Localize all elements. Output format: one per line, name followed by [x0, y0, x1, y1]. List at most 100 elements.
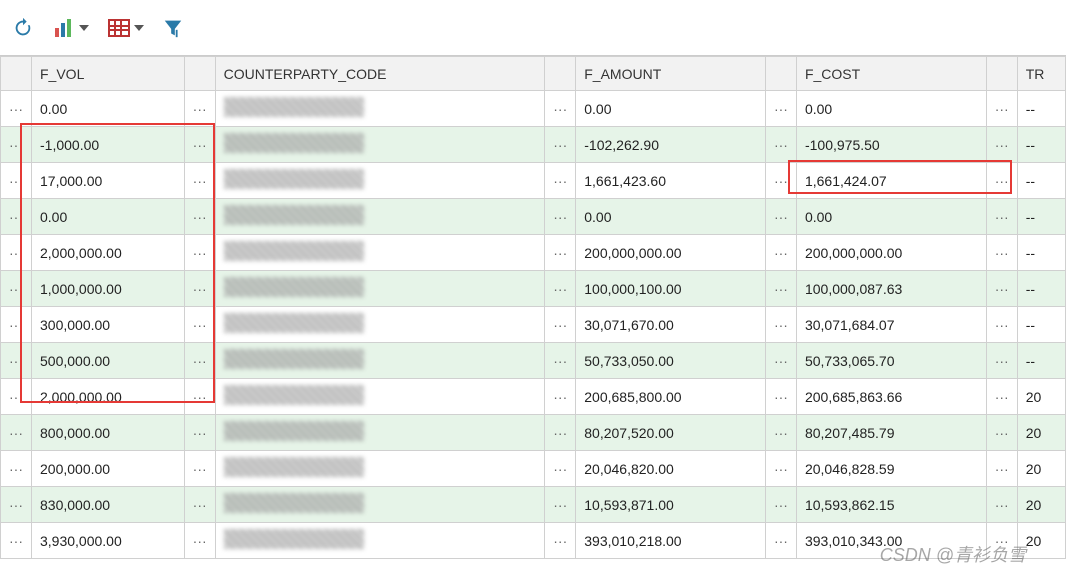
row-ellipsis-button[interactable]: ··· [184, 235, 215, 271]
row-ellipsis-button[interactable]: ··· [1, 271, 32, 307]
header-fvol[interactable]: F_VOL [32, 57, 185, 91]
row-ellipsis-button[interactable]: ··· [184, 379, 215, 415]
cell-famount[interactable]: 30,071,670.00 [576, 307, 766, 343]
cell-fvol[interactable]: -1,000.00 [32, 127, 185, 163]
row-ellipsis-button[interactable]: ··· [986, 343, 1017, 379]
row-ellipsis-button[interactable]: ··· [545, 199, 576, 235]
row-ellipsis-button[interactable]: ··· [184, 451, 215, 487]
row-ellipsis-button[interactable]: ··· [765, 379, 796, 415]
row-ellipsis-button[interactable]: ··· [1, 415, 32, 451]
row-ellipsis-button[interactable]: ··· [184, 91, 215, 127]
table-row[interactable]: ···17,000.00······1,661,423.60···1,661,4… [1, 163, 1066, 199]
row-ellipsis-button[interactable]: ··· [986, 91, 1017, 127]
row-ellipsis-button[interactable]: ··· [545, 307, 576, 343]
cell-counterparty[interactable] [215, 163, 545, 199]
table-row[interactable]: ···300,000.00······30,071,670.00···30,07… [1, 307, 1066, 343]
cell-fvol[interactable]: 17,000.00 [32, 163, 185, 199]
row-ellipsis-button[interactable]: ··· [545, 523, 576, 559]
cell-fvol[interactable]: 0.00 [32, 91, 185, 127]
cell-famount[interactable]: 80,207,520.00 [576, 415, 766, 451]
row-ellipsis-button[interactable]: ··· [184, 127, 215, 163]
cell-tr[interactable]: -- [1017, 343, 1065, 379]
cell-fcost[interactable]: 0.00 [796, 91, 986, 127]
table-row[interactable]: ···-1,000.00······-102,262.90···-100,975… [1, 127, 1066, 163]
row-ellipsis-button[interactable]: ··· [1, 235, 32, 271]
row-ellipsis-button[interactable]: ··· [1, 127, 32, 163]
row-ellipsis-button[interactable]: ··· [765, 235, 796, 271]
cell-fcost[interactable]: 200,685,863.66 [796, 379, 986, 415]
cell-counterparty[interactable] [215, 523, 545, 559]
cell-fcost[interactable]: 20,046,828.59 [796, 451, 986, 487]
row-ellipsis-button[interactable]: ··· [765, 307, 796, 343]
cell-counterparty[interactable] [215, 415, 545, 451]
row-ellipsis-button[interactable]: ··· [545, 271, 576, 307]
cell-fvol[interactable]: 2,000,000.00 [32, 379, 185, 415]
row-ellipsis-button[interactable]: ··· [1, 91, 32, 127]
data-grid[interactable]: F_VOL COUNTERPARTY_CODE F_AMOUNT F_COST … [0, 56, 1066, 559]
row-ellipsis-button[interactable]: ··· [765, 523, 796, 559]
row-ellipsis-button[interactable]: ··· [545, 379, 576, 415]
row-ellipsis-button[interactable]: ··· [545, 343, 576, 379]
cell-tr[interactable]: -- [1017, 91, 1065, 127]
row-ellipsis-button[interactable]: ··· [184, 487, 215, 523]
row-ellipsis-button[interactable]: ··· [986, 163, 1017, 199]
cell-tr[interactable]: -- [1017, 199, 1065, 235]
cell-counterparty[interactable] [215, 271, 545, 307]
row-ellipsis-button[interactable]: ··· [986, 127, 1017, 163]
row-ellipsis-button[interactable]: ··· [184, 199, 215, 235]
cell-fcost[interactable]: 0.00 [796, 199, 986, 235]
row-ellipsis-button[interactable]: ··· [545, 91, 576, 127]
row-ellipsis-button[interactable]: ··· [765, 451, 796, 487]
cell-tr[interactable]: -- [1017, 307, 1065, 343]
cell-famount[interactable]: -102,262.90 [576, 127, 766, 163]
cell-famount[interactable]: 393,010,218.00 [576, 523, 766, 559]
cell-fvol[interactable]: 0.00 [32, 199, 185, 235]
row-ellipsis-button[interactable]: ··· [765, 487, 796, 523]
cell-fvol[interactable]: 830,000.00 [32, 487, 185, 523]
cell-famount[interactable]: 20,046,820.00 [576, 451, 766, 487]
row-ellipsis-button[interactable]: ··· [1, 307, 32, 343]
row-ellipsis-button[interactable]: ··· [1, 343, 32, 379]
cell-fcost[interactable]: 80,207,485.79 [796, 415, 986, 451]
cell-famount[interactable]: 200,685,800.00 [576, 379, 766, 415]
cell-tr[interactable]: 20 [1017, 415, 1065, 451]
table-row[interactable]: ···800,000.00······80,207,520.00···80,20… [1, 415, 1066, 451]
cell-counterparty[interactable] [215, 307, 545, 343]
cell-fcost[interactable]: 200,000,000.00 [796, 235, 986, 271]
filter-button[interactable] [162, 17, 184, 39]
row-ellipsis-button[interactable]: ··· [545, 163, 576, 199]
row-ellipsis-button[interactable]: ··· [986, 307, 1017, 343]
row-ellipsis-button[interactable]: ··· [545, 451, 576, 487]
cell-fcost[interactable]: 100,000,087.63 [796, 271, 986, 307]
cell-counterparty[interactable] [215, 379, 545, 415]
header-counterparty[interactable]: COUNTERPARTY_CODE [215, 57, 545, 91]
cell-tr[interactable]: 20 [1017, 487, 1065, 523]
row-ellipsis-button[interactable]: ··· [986, 271, 1017, 307]
row-ellipsis-button[interactable]: ··· [545, 415, 576, 451]
cell-fvol[interactable]: 300,000.00 [32, 307, 185, 343]
row-ellipsis-button[interactable]: ··· [545, 127, 576, 163]
header-fcost[interactable]: F_COST [796, 57, 986, 91]
row-ellipsis-button[interactable]: ··· [1, 523, 32, 559]
row-ellipsis-button[interactable]: ··· [1, 451, 32, 487]
cell-fcost[interactable]: -100,975.50 [796, 127, 986, 163]
cell-famount[interactable]: 10,593,871.00 [576, 487, 766, 523]
cell-famount[interactable]: 0.00 [576, 199, 766, 235]
row-ellipsis-button[interactable]: ··· [184, 523, 215, 559]
grid-button[interactable] [107, 16, 144, 40]
row-ellipsis-button[interactable]: ··· [765, 343, 796, 379]
refresh-button[interactable] [12, 17, 34, 39]
cell-fcost[interactable]: 1,661,424.07 [796, 163, 986, 199]
table-row[interactable]: ···0.00······0.00···0.00···-- [1, 91, 1066, 127]
row-ellipsis-button[interactable]: ··· [986, 235, 1017, 271]
row-ellipsis-button[interactable]: ··· [765, 91, 796, 127]
cell-fvol[interactable]: 3,930,000.00 [32, 523, 185, 559]
cell-tr[interactable]: -- [1017, 271, 1065, 307]
cell-tr[interactable]: 20 [1017, 451, 1065, 487]
table-row[interactable]: ···1,000,000.00······100,000,100.00···10… [1, 271, 1066, 307]
cell-tr[interactable]: -- [1017, 235, 1065, 271]
table-row[interactable]: ···0.00······0.00···0.00···-- [1, 199, 1066, 235]
row-ellipsis-button[interactable]: ··· [765, 127, 796, 163]
cell-counterparty[interactable] [215, 451, 545, 487]
cell-counterparty[interactable] [215, 343, 545, 379]
